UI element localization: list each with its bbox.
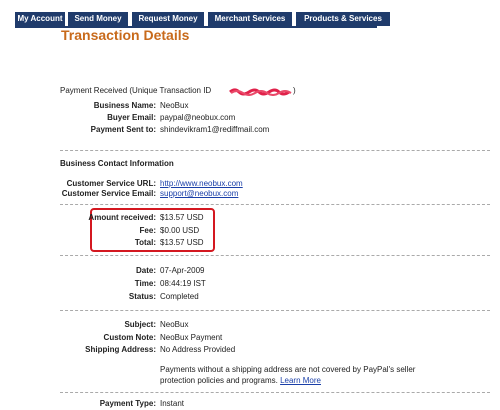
business-name-label: Business Name: [93, 101, 156, 110]
tab-my-account[interactable]: My Account [15, 12, 67, 26]
shipping-address-value: No Address Provided [160, 345, 236, 354]
payment-type-value: Instant [160, 399, 185, 408]
status-label: Status: [128, 292, 156, 301]
divider [60, 392, 490, 393]
payment-received-label: Payment Received [60, 86, 128, 95]
amount-received-label: Amount received: [88, 213, 156, 222]
customer-service-url-label: Customer Service URL: [66, 179, 156, 188]
tab-products-services[interactable]: Products & Services [296, 12, 392, 26]
subject-label: Subject: [124, 320, 156, 329]
customer-service-email-link[interactable]: support@neobux.com [160, 189, 238, 199]
fee-label: Fee: [139, 226, 156, 235]
buyer-email-value: paypal@neobux.com [160, 113, 236, 122]
time-label: Time: [134, 279, 156, 288]
redaction-scribble-icon [229, 88, 292, 96]
contact-heading: Business Contact Information [60, 159, 174, 168]
shipping-notice-line2-wrap: protection policies and programs. Learn … [160, 376, 321, 386]
total-value: $13.57 USD [160, 238, 204, 247]
buyer-email-label: Buyer Email: [107, 113, 156, 122]
fee-value: $0.00 USD [160, 226, 200, 235]
date-label: Date: [135, 266, 156, 275]
tab-merchant-services[interactable]: Merchant Services [208, 12, 294, 26]
custom-note-label: Custom Note: [103, 333, 156, 342]
divider [60, 204, 490, 205]
shipping-notice-line1: Payments without a shipping address are … [160, 365, 416, 374]
unique-id-suffix: ) [293, 86, 296, 95]
payment-received-line: Payment Received (Unique Transaction ID [60, 86, 211, 96]
amount-received-value: $13.57 USD [160, 213, 204, 222]
page-title: Transaction Details [61, 27, 190, 43]
custom-note-value: NeoBux Payment [160, 333, 223, 342]
date-value: 07-Apr-2009 [160, 266, 205, 275]
total-label: Total: [134, 238, 156, 247]
main-nav: My Account Send Money Request Money Merc… [15, 12, 392, 26]
divider [60, 255, 490, 256]
status-value: Completed [160, 292, 199, 301]
divider [60, 150, 490, 151]
tab-request-money[interactable]: Request Money [132, 12, 206, 26]
unique-id-prefix: (Unique Transaction ID [129, 86, 212, 95]
customer-service-email-label: Customer Service Email: [61, 189, 156, 198]
divider [60, 310, 490, 311]
learn-more-link[interactable]: Learn More [280, 376, 321, 385]
shipping-address-label: Shipping Address: [85, 345, 156, 354]
subject-value: NeoBux [160, 320, 189, 329]
payment-sent-to-label: Payment Sent to: [90, 125, 156, 134]
shipping-notice-line2: protection policies and programs. [160, 376, 278, 385]
payment-type-label: Payment Type: [99, 399, 156, 408]
business-name-value: NeoBux [160, 101, 189, 110]
time-value: 08:44:19 IST [160, 279, 206, 288]
tab-send-money[interactable]: Send Money [68, 12, 130, 26]
customer-service-url-link[interactable]: http://www.neobux.com [160, 179, 243, 189]
payment-sent-to-value: shindevikram1@rediffmail.com [160, 125, 270, 134]
